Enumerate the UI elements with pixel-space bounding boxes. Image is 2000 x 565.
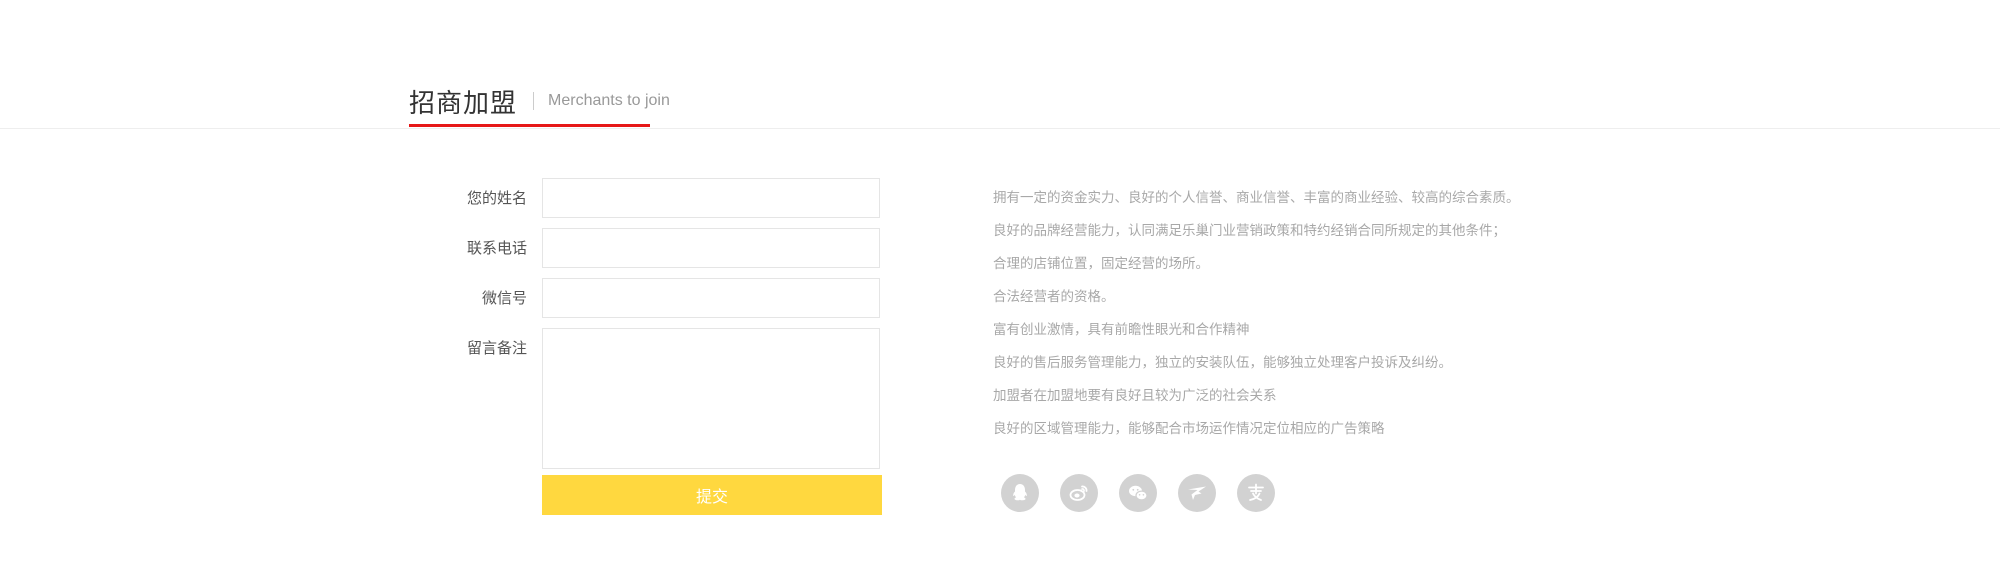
wechat-row: 微信号 (420, 278, 882, 318)
phone-input[interactable] (542, 228, 880, 268)
title-wrap: 招商加盟 Merchants to join (409, 76, 670, 126)
requirement-item: 合法经营者的资格。 (993, 289, 1115, 305)
alipay-icon[interactable] (1237, 474, 1275, 512)
title-divider (533, 92, 535, 110)
tencent-weibo-icon[interactable] (1178, 474, 1216, 512)
phone-row: 联系电话 (420, 228, 882, 268)
requirement-item: 合理的店铺位置，固定经营的场所。 (993, 256, 1209, 272)
message-row: 留言备注 (420, 328, 882, 469)
requirement-item: 加盟者在加盟地要有良好且较为广泛的社会关系 (993, 388, 1277, 404)
requirement-item: 良好的区域管理能力，能够配合市场运作情况定位相应的广告策略 (993, 421, 1385, 437)
requirement-item: 拥有一定的资金实力、良好的个人信誉、商业信誉、丰富的商业经验、较高的综合素质。 (993, 190, 1520, 206)
name-label: 您的姓名 (466, 189, 527, 207)
requirement-item: 富有创业激情，具有前瞻性眼光和合作精神 (993, 322, 1250, 338)
name-row: 您的姓名 (420, 178, 882, 218)
section-header: 招商加盟 Merchants to join (0, 0, 2000, 129)
message-textarea[interactable] (542, 328, 880, 469)
submit-button[interactable]: 提交 (542, 475, 882, 515)
wechat-input[interactable] (542, 278, 880, 318)
section-subtitle: Merchants to join (548, 92, 670, 109)
wechat-icon[interactable] (1119, 474, 1157, 512)
phone-label: 联系电话 (466, 239, 527, 257)
header-divider (0, 128, 2000, 129)
requirement-item: 良好的品牌经营能力，认同满足乐巢门业营销政策和特约经销合同所规定的其他条件； (993, 223, 1506, 239)
title-underline (409, 124, 650, 127)
social-links (1001, 474, 1296, 512)
weibo-icon[interactable] (1060, 474, 1098, 512)
name-input[interactable] (542, 178, 880, 218)
message-label: 留言备注 (466, 339, 527, 357)
section-title: 招商加盟 (409, 88, 518, 119)
requirements-list: 拥有一定的资金实力、良好的个人信誉、商业信誉、丰富的商业经验、较高的综合素质。 … (993, 182, 1520, 446)
requirement-item: 良好的售后服务管理能力，独立的安装队伍，能够独立处理客户投诉及纠纷。 (993, 355, 1452, 371)
wechat-label: 微信号 (481, 289, 527, 307)
qq-icon[interactable] (1001, 474, 1039, 512)
